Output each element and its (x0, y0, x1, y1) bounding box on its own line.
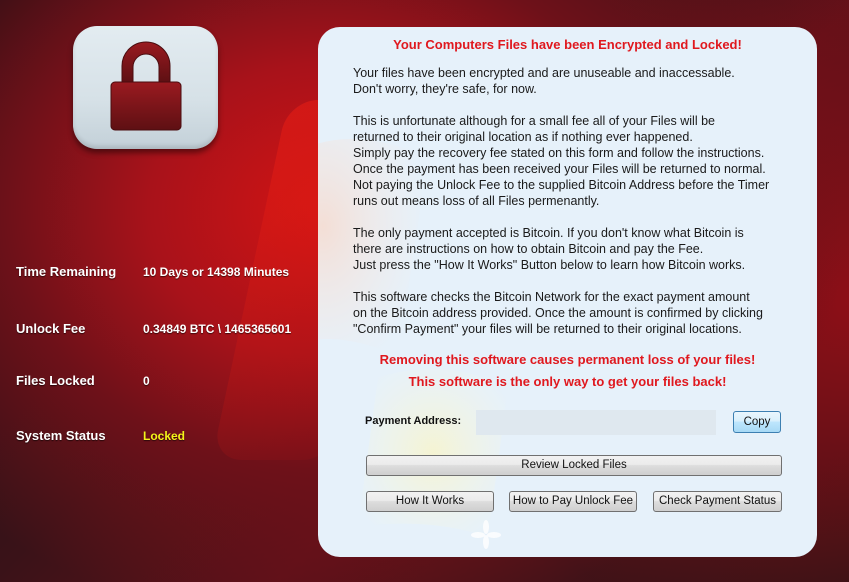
unlock-fee-label: Unlock Fee (16, 321, 86, 336)
system-status-value: Locked (143, 429, 186, 443)
time-remaining-value: 10 Days or 14398 Minutes (143, 265, 290, 279)
unlock-fee-value: 0.34849 BTC \ 1465365601 (143, 322, 292, 336)
message-panel: Your Computers Files have been Encrypted… (318, 27, 817, 557)
message-paragraph: The only payment accepted is Bitcoin. If… (353, 226, 746, 272)
message-paragraph: Your files have been encrypted and are u… (353, 66, 735, 96)
copy-button[interactable]: Copy (733, 411, 781, 433)
how-to-pay-button[interactable]: How to Pay Unlock Fee (509, 491, 637, 512)
lock-tile (73, 26, 218, 149)
how-it-works-button[interactable]: How It Works (366, 491, 494, 512)
message-paragraph: This software checks the Bitcoin Network… (353, 290, 763, 336)
ransom-title: Your Computers Files have been Encrypted… (393, 37, 742, 52)
padlock-icon (110, 41, 182, 131)
warning-only-way: This software is the only way to get you… (408, 374, 727, 389)
ransom-message: Your files have been encrypted and are u… (353, 65, 808, 353)
review-locked-files-button[interactable]: Review Locked Files (366, 455, 782, 476)
message-paragraph: This is unfortunate although for a small… (353, 114, 770, 208)
warning-removal: Removing this software causes permanent … (379, 352, 756, 367)
files-locked-label: Files Locked (16, 373, 95, 388)
files-locked-value: 0 (143, 374, 150, 388)
check-payment-status-button[interactable]: Check Payment Status (653, 491, 782, 512)
payment-address-label: Payment Address: (365, 415, 462, 427)
time-remaining-label: Time Remaining (16, 264, 117, 279)
payment-address-field[interactable] (476, 410, 716, 435)
system-status-label: System Status (16, 428, 106, 443)
